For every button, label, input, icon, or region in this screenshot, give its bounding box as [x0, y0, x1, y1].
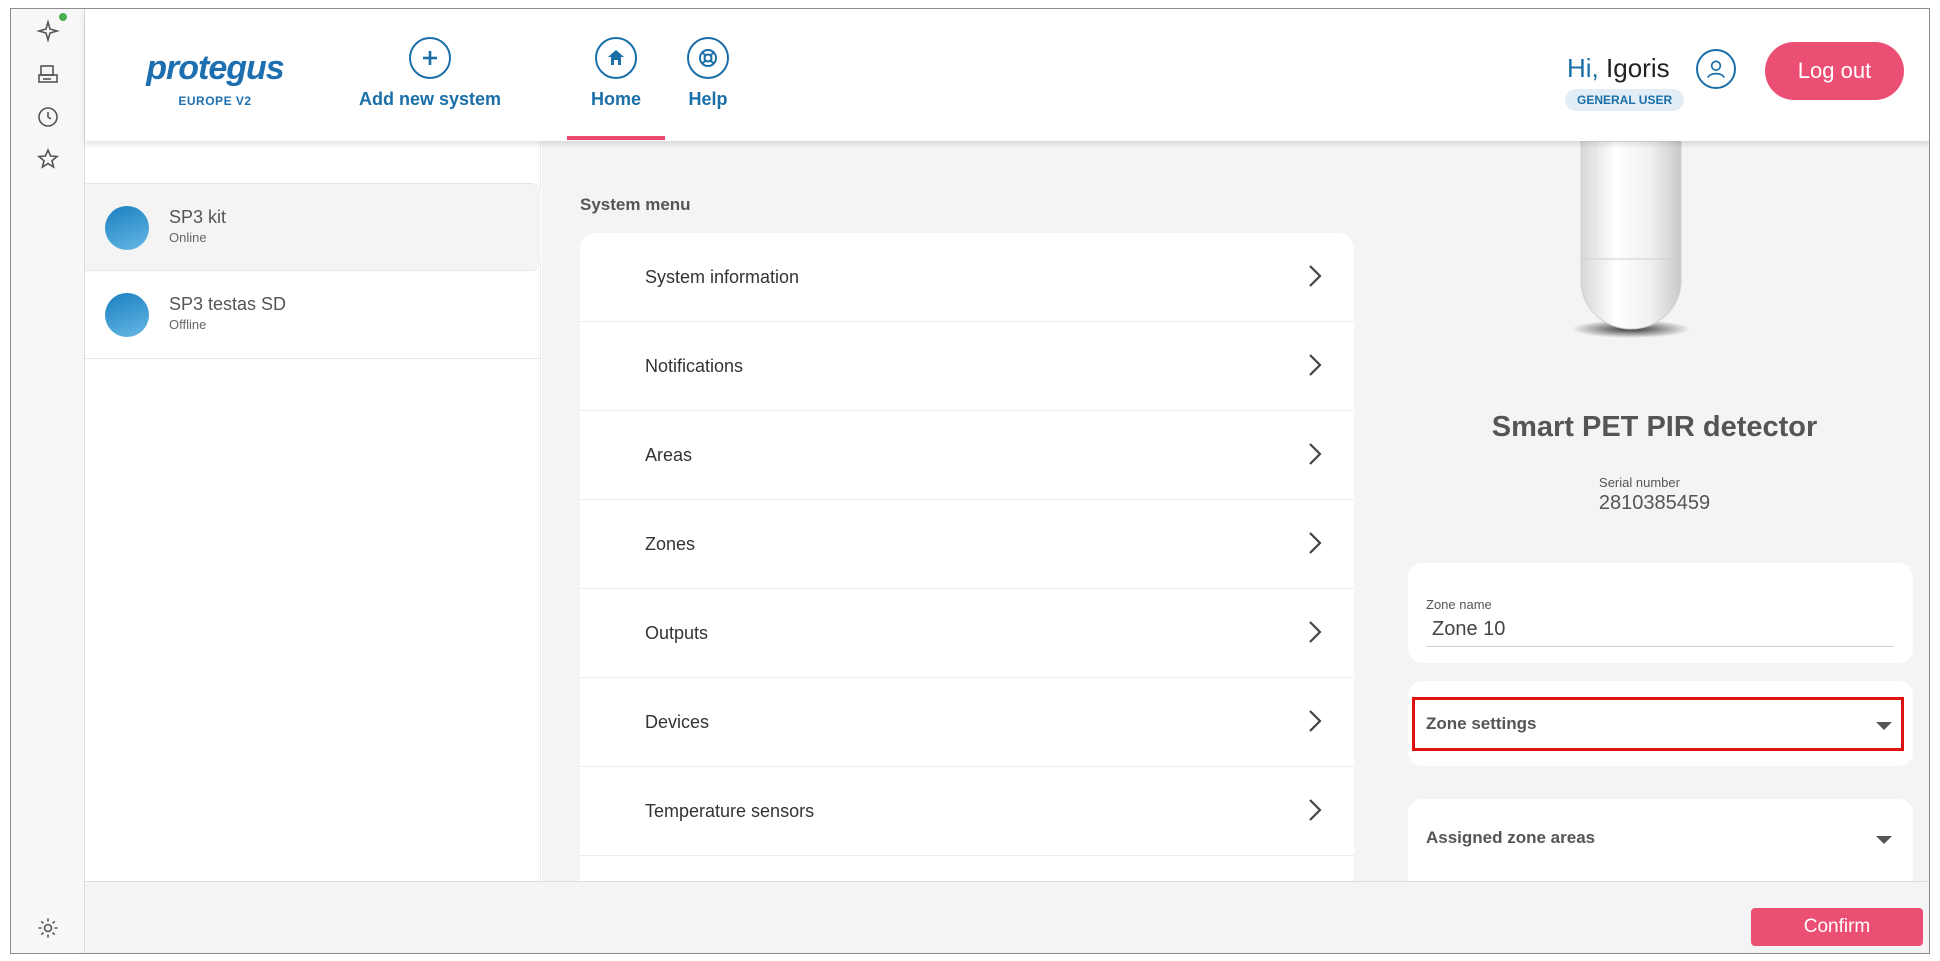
menu-item-notifications[interactable]: Notifications — [580, 322, 1354, 411]
pir-detector-image — [1571, 141, 1691, 338]
menu-item-areas[interactable]: Areas — [580, 411, 1354, 500]
app-window: protegus EUROPE V2 Add new system Home H… — [10, 8, 1930, 954]
menu-item-label: Zones — [645, 534, 696, 554]
greeting-hi: Hi, — [1567, 53, 1599, 83]
accordion-label: Assigned zone areas — [1426, 828, 1596, 847]
nav-add-new-system[interactable]: Add new system — [355, 37, 505, 110]
caret-down-icon — [1876, 722, 1892, 730]
protegus-logo[interactable]: protegus EUROPE V2 — [140, 49, 290, 108]
nav-label: Add new system — [358, 89, 502, 109]
system-avatar — [105, 293, 149, 337]
system-menu-panel: System menu System information Notificat… — [542, 141, 1378, 893]
nav-home[interactable]: Home — [571, 37, 661, 110]
menu-item-zones[interactable]: Zones — [580, 500, 1354, 589]
printer-icon[interactable] — [34, 61, 62, 89]
user-profile-icon[interactable] — [1696, 49, 1736, 89]
system-name: SP3 testas SD — [169, 294, 287, 314]
nav-help[interactable]: Help — [663, 37, 753, 110]
assigned-zone-areas-card: Assigned zone areas — [1408, 799, 1913, 881]
system-item-sp3-testas-sd[interactable]: SP3 testas SD Offline — [85, 271, 541, 359]
logout-button[interactable]: Log out — [1765, 42, 1904, 100]
lifebuoy-icon — [687, 37, 729, 79]
user-greeting: Hi, Igoris — [1567, 53, 1670, 84]
caret-down-icon — [1876, 836, 1892, 844]
online-status-dot — [59, 13, 67, 21]
sparkle-icon[interactable] — [34, 17, 62, 45]
device-detail-panel: Smart PET PIR detector Serial number 281… — [1378, 141, 1929, 881]
menu-item-system-information[interactable]: System information — [580, 233, 1354, 322]
menu-item-temperature-sensors[interactable]: Temperature sensors — [580, 767, 1354, 856]
serial-number-value: 2810385459 — [1598, 492, 1711, 514]
system-menu-title: System menu — [580, 195, 691, 214]
chevron-right-icon — [1309, 799, 1322, 821]
menu-item-outputs[interactable]: Outputs — [580, 589, 1354, 678]
system-status: Online — [169, 230, 207, 245]
footer-bar: Confirm — [85, 881, 1929, 953]
clock-icon[interactable] — [34, 103, 62, 131]
role-badge: GENERAL USER — [1565, 89, 1685, 111]
plus-circle-icon — [409, 37, 451, 79]
system-menu-card: System information Notifications Areas Z… — [580, 233, 1354, 893]
chevron-right-icon — [1309, 532, 1322, 554]
user-name: Igoris — [1606, 53, 1670, 83]
star-icon[interactable] — [34, 145, 62, 173]
nav-label: Home — [590, 89, 641, 109]
accordion-label: Zone settings — [1426, 714, 1537, 733]
gear-icon[interactable] — [34, 914, 62, 942]
active-tab-indicator — [567, 136, 665, 140]
menu-item-label: System information — [645, 267, 800, 287]
logo-region: EUROPE V2 — [178, 94, 252, 108]
confirm-button[interactable]: Confirm — [1751, 908, 1923, 946]
chevron-right-icon — [1309, 265, 1322, 287]
chevron-right-icon — [1309, 710, 1322, 732]
zone-settings-accordion[interactable]: Zone settings — [1426, 700, 1894, 748]
system-item-sp3-kit[interactable]: SP3 kit Online — [85, 183, 541, 271]
logo-wordmark: protegus — [146, 49, 284, 87]
top-header: protegus EUROPE V2 Add new system Home H… — [85, 9, 1929, 141]
menu-item-label: Notifications — [645, 356, 744, 376]
device-title: Smart PET PIR detector — [1491, 411, 1818, 443]
menu-item-devices[interactable]: Devices — [580, 678, 1354, 767]
zone-name-card: Zone name — [1408, 563, 1913, 663]
system-name: SP3 kit — [169, 207, 227, 227]
chevron-right-icon — [1309, 354, 1322, 376]
menu-item-label: Outputs — [645, 623, 709, 643]
zone-name-input[interactable] — [1426, 613, 1894, 647]
nav-label: Help — [688, 89, 728, 109]
menu-item-label: Temperature sensors — [645, 801, 815, 821]
assigned-zone-areas-accordion[interactable]: Assigned zone areas — [1426, 814, 1894, 862]
home-icon — [595, 37, 637, 79]
zone-name-label: Zone name — [1426, 597, 1492, 612]
system-status: Offline — [169, 317, 207, 332]
left-rail — [11, 9, 85, 953]
zone-settings-card: Zone settings — [1408, 681, 1913, 766]
menu-item-label: Areas — [645, 445, 693, 465]
chevron-right-icon — [1309, 621, 1322, 643]
system-avatar — [105, 206, 149, 250]
menu-item-label: Devices — [645, 712, 710, 732]
chevron-right-icon — [1309, 443, 1322, 465]
serial-number-label: Serial number — [1599, 475, 1680, 490]
systems-list: SP3 kit Online SP3 testas SD Offline — [85, 141, 541, 881]
